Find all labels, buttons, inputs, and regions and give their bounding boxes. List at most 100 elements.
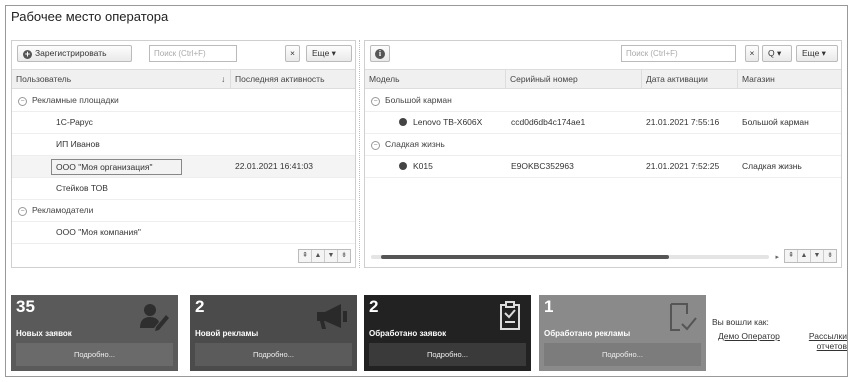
users-panel: + Зарегистрировать Поиск (Ctrl+F) × Еще ▾… [11, 40, 356, 268]
current-user-link[interactable]: Демо Оператор [718, 331, 780, 341]
tile-count: 35 [16, 297, 35, 316]
column-serial[interactable]: Серийный номер [506, 70, 641, 88]
devices-toolbar: i Поиск (Ctrl+F) × Q ▾ Еще ▾ [365, 41, 841, 67]
column-user[interactable]: Пользователь [12, 70, 222, 88]
device-serial: ccd0d6db4c174ae1 [511, 117, 586, 127]
tile-label: Обработано рекламы [544, 329, 631, 338]
device-status-icon [399, 118, 407, 126]
user-name: ООО "Моя компания" [56, 227, 141, 237]
logged-in-label: Вы вошли как: [712, 317, 769, 327]
group-row[interactable]: − Сладкая жизнь [365, 134, 841, 156]
scroll-up-icon[interactable]: ▲ [311, 250, 324, 262]
devices-more-label: Еще [802, 48, 820, 58]
tile-label: Новых заявок [16, 329, 72, 338]
users-table-nav: ⇞ ▲ ▼ ⇟ [298, 249, 351, 263]
column-activation-date[interactable]: Дата активации [642, 70, 737, 88]
table-row[interactable]: K015 E9OKBC352963 21.01.2021 7:52:25 Сла… [365, 156, 841, 178]
collapse-icon[interactable]: − [371, 141, 380, 150]
last-page-icon[interactable]: ⇟ [337, 250, 350, 262]
group-row[interactable]: − Рекламодатели [12, 200, 355, 222]
devices-search-button[interactable]: Q ▾ [762, 45, 792, 62]
horizontal-scrollbar[interactable] [371, 255, 769, 259]
tile-new-requests[interactable]: 35 Новых заявок Подробно... [11, 295, 178, 371]
table-row[interactable]: ИП Иванов [12, 134, 355, 156]
users-search-input[interactable]: Поиск (Ctrl+F) [149, 45, 237, 62]
collapse-icon[interactable]: − [371, 97, 380, 106]
column-shop[interactable]: Магазин [738, 70, 842, 88]
info-button[interactable]: i [370, 45, 390, 62]
device-activation: 21.01.2021 7:55:16 [646, 117, 720, 127]
group-row[interactable]: − Рекламные площадки [12, 90, 355, 112]
devices-table-header: Модель Серийный номер Дата активации Маг… [365, 69, 841, 89]
devices-more-button[interactable]: Еще ▾ [796, 45, 838, 62]
table-row[interactable]: ООО "Моя компания" [12, 222, 355, 244]
devices-search-input[interactable]: Поиск (Ctrl+F) [621, 45, 736, 62]
info-icon: i [375, 49, 385, 59]
tile-count: 1 [544, 297, 554, 316]
chevron-down-icon: ▾ [331, 48, 336, 58]
tile-details-button[interactable]: Подробно... [195, 343, 352, 366]
chevron-down-icon: ▾ [821, 48, 826, 58]
tile-details-button[interactable]: Подробно... [16, 343, 173, 366]
scroll-up-icon[interactable]: ▲ [797, 250, 810, 262]
device-serial: E9OKBC352963 [511, 161, 574, 171]
users-toolbar: + Зарегистрировать Поиск (Ctrl+F) × Еще ▾ [12, 41, 355, 67]
report-mailing-link[interactable]: Рассылки отчетов [805, 331, 847, 351]
device-shop: Большой карман [742, 117, 809, 127]
plus-icon: + [23, 49, 32, 59]
user-name: ООО "Моя организация" [51, 159, 182, 175]
tile-count: 2 [195, 297, 205, 316]
user-activity: 22.01.2021 16:41:03 [235, 161, 313, 171]
first-page-icon[interactable]: ⇞ [299, 250, 311, 262]
group-label: Большой карман [385, 95, 452, 105]
panel-divider[interactable] [359, 40, 361, 268]
document-check-icon [670, 303, 697, 331]
group-label: Сладкая жизнь [385, 139, 445, 149]
tile-processed-ads[interactable]: 1 Обработано рекламы Подробно... [539, 295, 706, 371]
register-button[interactable]: + Зарегистрировать [17, 45, 132, 62]
collapse-icon[interactable]: − [18, 207, 27, 216]
table-row-selected[interactable]: ООО "Моя организация" 22.01.2021 16:41:0… [12, 156, 355, 178]
tile-label: Обработано заявок [369, 329, 447, 338]
tile-new-ads[interactable]: 2 Новой рекламы Подробно... [190, 295, 357, 371]
users-more-label: Еще [312, 48, 330, 58]
group-label: Рекламные площадки [32, 95, 119, 105]
user-name: ИП Иванов [56, 139, 100, 149]
scroll-down-icon[interactable]: ▼ [810, 250, 823, 262]
sort-desc-icon[interactable]: ↓ [217, 70, 231, 88]
user-name: 1С-Рарус [56, 117, 93, 127]
devices-panel: i Поиск (Ctrl+F) × Q ▾ Еще ▾ Модель Сери… [364, 40, 842, 268]
collapse-icon[interactable]: − [18, 97, 27, 106]
users-more-button[interactable]: Еще ▾ [306, 45, 352, 62]
devices-search-clear-button[interactable]: × [745, 45, 759, 62]
users-search-clear-button[interactable]: × [285, 45, 300, 62]
device-model: K015 [413, 161, 433, 171]
page-title: Рабочее место оператора [11, 9, 169, 24]
tile-details-button[interactable]: Подробно... [369, 343, 526, 366]
column-model[interactable]: Модель [365, 70, 505, 88]
table-row[interactable]: 1С-Рарус [12, 112, 355, 134]
last-page-icon[interactable]: ⇟ [823, 250, 836, 262]
table-row[interactable]: Lenovo TB-X606X ccd0d6db4c174ae1 21.01.2… [365, 112, 841, 134]
clipboard-check-icon [500, 301, 520, 330]
scroll-down-icon[interactable]: ▼ [324, 250, 337, 262]
column-last-activity[interactable]: Последняя активность [231, 70, 356, 88]
tile-count: 2 [369, 297, 379, 316]
device-shop: Сладкая жизнь [742, 161, 802, 171]
group-label: Рекламодатели [32, 205, 94, 215]
devices-table-nav: ⇞ ▲ ▼ ⇟ [784, 249, 837, 263]
megaphone-icon [317, 304, 347, 329]
table-row[interactable]: Стейков ТОВ [12, 178, 355, 200]
tile-label: Новой рекламы [195, 329, 259, 338]
first-page-icon[interactable]: ⇞ [785, 250, 797, 262]
scroll-right-icon[interactable]: ▸ [775, 253, 779, 261]
user-edit-icon [140, 304, 169, 331]
users-table-header: Пользователь ↓ Последняя активность [12, 69, 355, 89]
device-activation: 21.01.2021 7:52:25 [646, 161, 720, 171]
tile-processed-requests[interactable]: 2 Обработано заявок Подробно... [364, 295, 531, 371]
chevron-down-icon: ▾ [777, 48, 782, 58]
group-row[interactable]: − Большой карман [365, 90, 841, 112]
tile-details-button[interactable]: Подробно... [544, 343, 701, 366]
search-icon: Q [768, 48, 775, 58]
scrollbar-thumb[interactable] [381, 255, 669, 259]
